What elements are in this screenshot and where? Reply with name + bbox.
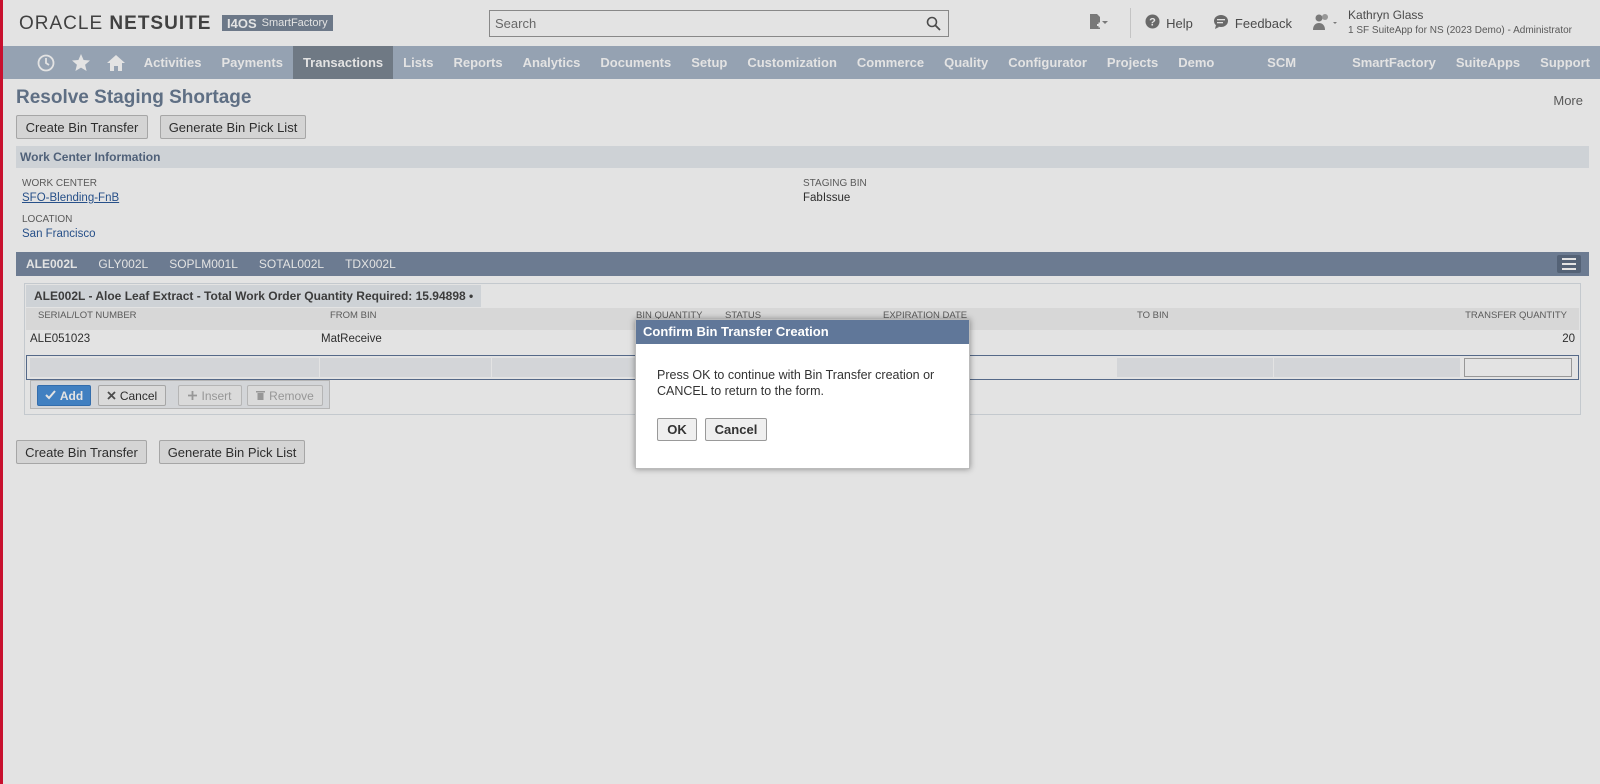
ok-button[interactable]: OK xyxy=(657,418,697,441)
dialog-title: Confirm Bin Transfer Creation xyxy=(636,320,969,344)
left-accent-bar xyxy=(0,0,3,784)
confirm-dialog: Confirm Bin Transfer Creation Press OK t… xyxy=(635,319,970,469)
dialog-message: Press OK to continue with Bin Transfer c… xyxy=(657,368,935,398)
dialog-cancel-button[interactable]: Cancel xyxy=(705,418,767,441)
